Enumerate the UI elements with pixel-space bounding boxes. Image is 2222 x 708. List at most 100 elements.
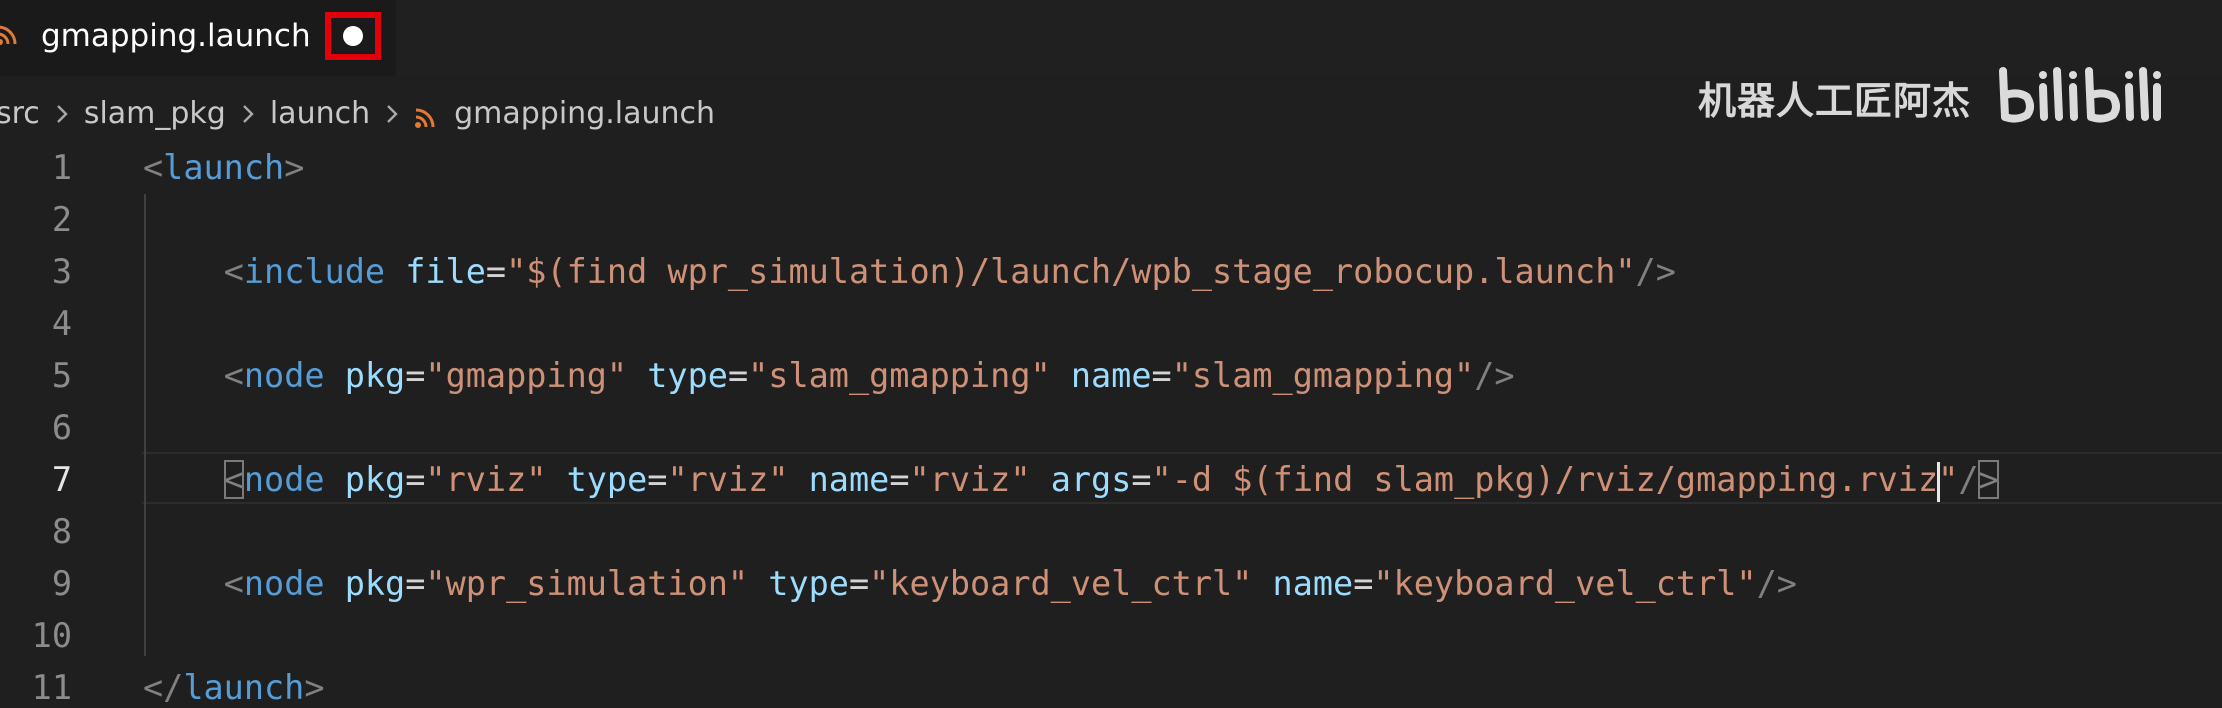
watermark-author: 机器人工匠阿杰 <box>1698 78 1972 123</box>
code-token: type <box>647 356 728 395</box>
breadcrumb-item-slam-pkg[interactable]: slam_pkg <box>84 96 226 131</box>
code-token: pkg <box>344 564 406 603</box>
code-token: "rviz" <box>425 460 547 499</box>
code-text: <include file="$(find wpr_simulation)/la… <box>143 246 1676 298</box>
code-token: = <box>647 460 668 499</box>
chevron-right-icon <box>40 96 84 131</box>
code-line[interactable]: 4 <box>0 298 2222 350</box>
code-token: file <box>405 252 486 291</box>
code-token: type <box>768 564 849 603</box>
code-token: < <box>223 460 244 499</box>
code-token: > <box>1978 460 1999 499</box>
line-number: 4 <box>51 304 72 343</box>
code-text: <launch> <box>143 142 304 194</box>
code-line[interactable]: 3 <include file="$(find wpr_simulation)/… <box>0 246 2222 298</box>
code-token: "$(find wpr_simulation)/launch/wpb_stage… <box>506 252 1636 291</box>
code-token: "-d $(find slam_pkg)/rviz/gmapping.rviz <box>1151 460 1939 499</box>
line-number: 2 <box>51 200 72 239</box>
code-token: < <box>223 564 244 603</box>
chevron-right-icon <box>226 96 270 131</box>
code-line[interactable]: 7 <node pkg="rviz" type="rviz" name="rvi… <box>0 454 2222 506</box>
line-number: 1 <box>51 148 72 187</box>
code-line[interactable]: 9 <node pkg="wpr_simulation" type="keybo… <box>0 558 2222 610</box>
code-token: node <box>243 564 325 603</box>
chevron-right-icon <box>370 96 414 131</box>
code-token: = <box>1353 564 1374 603</box>
code-text: </launch> <box>143 662 325 708</box>
code-token: "wpr_simulation" <box>425 564 749 603</box>
line-number: 7 <box>51 460 72 499</box>
code-token: "slam_gmapping" <box>748 356 1051 395</box>
line-number: 3 <box>51 252 72 291</box>
code-editor[interactable]: 1 <launch> 2 3 <include file="$(find wpr_si… <box>0 142 2222 708</box>
code-token: name <box>808 460 890 499</box>
code-text: <node pkg="gmapping" type="slam_gmapping… <box>143 350 1515 402</box>
line-number: 5 <box>51 356 72 395</box>
code-token: launch <box>183 668 305 707</box>
code-line[interactable]: 1 <launch> <box>0 142 2222 194</box>
code-token: = <box>405 460 426 499</box>
rss-icon <box>414 102 436 128</box>
breadcrumb-item-launch[interactable]: launch <box>270 96 370 131</box>
code-token: = <box>727 356 749 395</box>
code-token: = <box>1151 356 1172 395</box>
code-token: pkg <box>344 356 406 395</box>
code-line[interactable]: 10 <box>0 610 2222 662</box>
code-token: > <box>284 148 305 187</box>
code-token: > <box>304 668 325 707</box>
code-line[interactable]: 11 </launch> <box>0 662 2222 708</box>
code-token: /> <box>1474 356 1515 395</box>
code-token: "gmapping" <box>425 356 628 395</box>
code-token: = <box>848 564 870 603</box>
code-token: args <box>1050 460 1132 499</box>
code-token: = <box>889 460 910 499</box>
rss-icon <box>0 24 18 46</box>
code-token: = <box>485 252 507 291</box>
code-token: < <box>223 252 244 291</box>
tab-gmapping-launch[interactable]: gmapping.launch <box>0 0 396 76</box>
unsaved-highlight-box[interactable] <box>325 12 381 60</box>
line-number: 8 <box>51 512 72 551</box>
code-token: " <box>1938 460 1959 499</box>
breadcrumb-item-src[interactable]: src <box>0 96 40 131</box>
code-token: launch <box>163 148 285 187</box>
code-token: "keyboard_vel_ctrl" <box>1373 564 1757 603</box>
line-number: 10 <box>31 616 72 655</box>
bilibili-logo <box>1993 63 2162 131</box>
code-text: <node pkg="rviz" type="rviz" name="rviz"… <box>143 454 1999 506</box>
code-token: = <box>405 356 426 395</box>
code-line[interactable]: 2 <box>0 194 2222 246</box>
code-token: "slam_gmapping" <box>1171 356 1475 395</box>
code-token: type <box>566 460 648 499</box>
code-token: "rviz" <box>909 460 1031 499</box>
editor-window: gmapping.launch src slam_pkg launch gmap… <box>0 0 2222 708</box>
line-number: 9 <box>51 564 72 603</box>
code-line[interactable]: 8 <box>0 506 2222 558</box>
code-token: node <box>243 460 325 499</box>
code-line[interactable]: 6 <box>0 402 2222 454</box>
line-number: 6 <box>51 408 72 447</box>
code-token: include <box>243 252 386 291</box>
tab-title: gmapping.launch <box>41 18 311 54</box>
code-token: / <box>1958 460 1979 499</box>
dot-icon <box>343 26 363 46</box>
breadcrumb: src slam_pkg launch gmapping.launch <box>0 91 715 135</box>
code-token: /> <box>1756 564 1797 603</box>
code-line[interactable]: 5 <node pkg="gmapping" type="slam_gmappi… <box>0 350 2222 402</box>
code-token: /> <box>1635 252 1676 291</box>
watermark: 机器人工匠阿杰 <box>1698 62 2162 132</box>
code-token: name <box>1272 564 1354 603</box>
code-token: "rviz" <box>667 460 789 499</box>
code-token: </ <box>143 668 184 707</box>
line-number: 11 <box>31 668 72 707</box>
breadcrumb-item-file[interactable]: gmapping.launch <box>454 96 715 131</box>
